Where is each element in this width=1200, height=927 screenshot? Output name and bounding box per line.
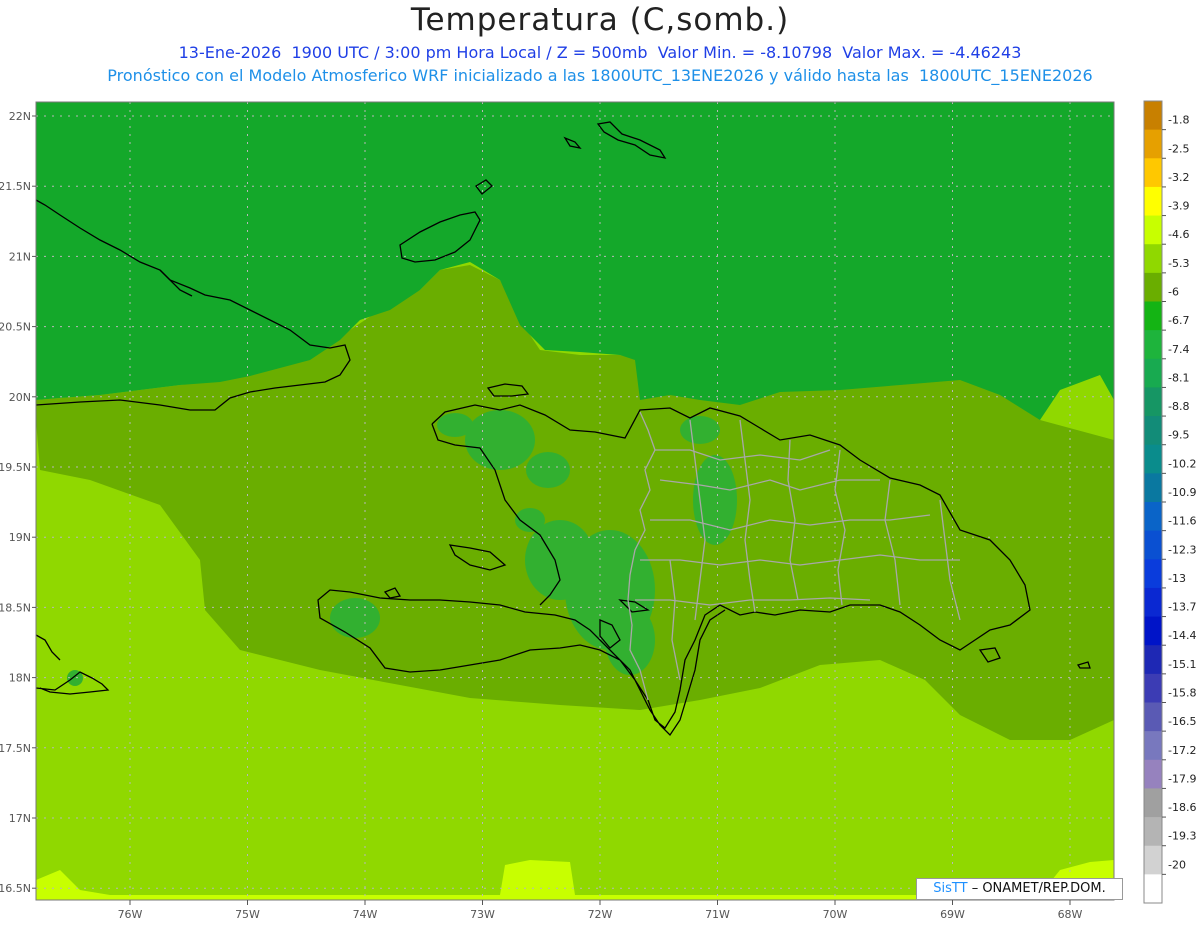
colorbar-swatch	[1144, 330, 1162, 360]
colorbar-label: -18.6	[1168, 801, 1196, 814]
colorbar-label: -14.4	[1168, 629, 1196, 642]
lat-label: 17N	[9, 812, 31, 825]
colorbar-label: -20	[1168, 858, 1186, 871]
lat-label: 22N	[9, 110, 31, 123]
lat-label: 19.5N	[0, 461, 31, 474]
map-subtitle-valid-time: 13-Ene-2026 1900 UTC / 3:00 pm Hora Loca…	[178, 43, 1022, 62]
colorbar-swatch	[1144, 788, 1162, 818]
colorbar-label: -9.5	[1168, 429, 1189, 442]
colorbar-label: -17.2	[1168, 744, 1196, 757]
lat-label: 20N	[9, 391, 31, 404]
colorbar-swatch	[1144, 272, 1162, 302]
colorbar-swatch	[1144, 845, 1162, 875]
longitude-labels: 76W 75W 74W 73W 72W 71W 70W 69W 68W	[118, 900, 1083, 921]
colorbar-swatch	[1144, 416, 1162, 446]
credit-box: SisTT – ONAMET/REP.DOM.	[916, 878, 1123, 900]
lon-label: 73W	[470, 908, 495, 921]
colorbar-label: -11.6	[1168, 515, 1196, 528]
lat-label: 16.5N	[0, 882, 31, 895]
colorbar-swatch	[1144, 731, 1162, 761]
colorbar-label: -10.2	[1168, 457, 1196, 470]
colorbar-swatch	[1144, 186, 1162, 217]
colorbar-swatch	[1144, 559, 1162, 589]
lat-label: 20.5N	[0, 321, 31, 334]
lon-label: 75W	[235, 908, 260, 921]
colorbar-label: -19.3	[1168, 830, 1196, 843]
lat-label: 19N	[9, 531, 31, 544]
colorbar-swatch	[1144, 502, 1162, 532]
latitude-labels: 22N 21.5N 21N 20.5N 20N 19.5N 19N 18.5N 18N 17.5N…	[0, 110, 36, 895]
colorbar-swatch	[1144, 530, 1162, 560]
colorbar-label: -16.5	[1168, 715, 1196, 728]
lat-label: 18N	[9, 672, 31, 685]
colorbar-label: -12.3	[1168, 543, 1196, 556]
colorbar-swatch	[1144, 616, 1162, 646]
colorbar-swatch	[1144, 215, 1162, 245]
colorbar-label: -13	[1168, 572, 1186, 585]
lon-label: 72W	[588, 908, 613, 921]
colorbar-swatch	[1144, 444, 1162, 474]
sistt-logo: SisTT	[933, 881, 968, 896]
colorbar-label: -3.9	[1168, 200, 1189, 213]
colorbar-label: -10.9	[1168, 486, 1196, 499]
colorbar-swatch	[1144, 473, 1162, 503]
lon-label: 71W	[705, 908, 730, 921]
lon-label: 76W	[118, 908, 143, 921]
colorbar-swatch	[1144, 645, 1162, 675]
colorbar-label: -15.8	[1168, 687, 1196, 700]
colorbar-swatch	[1144, 301, 1162, 331]
lon-label: 68W	[1058, 908, 1083, 921]
colorbar-swatch	[1144, 129, 1162, 159]
colorbar-label: -6.7	[1168, 314, 1189, 327]
colorbar-swatch	[1144, 244, 1162, 274]
colorbar-label: -5.3	[1168, 257, 1189, 270]
colorbar-swatch	[1144, 587, 1162, 618]
lat-label: 17.5N	[0, 742, 31, 755]
lat-label: 21.5N	[0, 180, 31, 193]
colorbar-label: -8.1	[1168, 371, 1189, 384]
colorbar-label: -3.2	[1168, 171, 1189, 184]
colorbar-label: -15.1	[1168, 658, 1196, 671]
temperature-map: 22N 21.5N 21N 20.5N 20N 19.5N 19N 18.5N 18N 17.5N…	[0, 100, 1196, 921]
colorbar-swatch	[1144, 673, 1162, 703]
map-field	[36, 102, 1114, 900]
colorbar-label: -8.8	[1168, 400, 1189, 413]
colorbar-label: -7.4	[1168, 343, 1189, 356]
colorbar-label: -4.6	[1168, 228, 1189, 241]
lon-label: 70W	[823, 908, 848, 921]
colorbar-swatch	[1144, 702, 1162, 732]
colorbar-label: -1.8	[1168, 114, 1189, 127]
colorbar-swatch	[1144, 387, 1162, 417]
colorbar: -1.8 -2.5 -3.2 -3.9 -4.6 -5.3 -6 -6.7 -7.4 -8.1 -8…	[1143, 100, 1196, 904]
map-title: Temperatura (C,somb.)	[410, 2, 790, 38]
map-subtitle-model-run: Pronóstico con el Modelo Atmosferico WRF…	[107, 66, 1093, 85]
lat-label: 18.5N	[0, 601, 31, 614]
colorbar-label: -2.5	[1168, 142, 1189, 155]
lat-label: 21N	[9, 250, 31, 263]
lon-label: 69W	[940, 908, 965, 921]
colorbar-swatch	[1144, 874, 1162, 904]
colorbar-label: -13.7	[1168, 601, 1196, 614]
colorbar-swatch	[1144, 158, 1162, 188]
lon-label: 74W	[353, 908, 378, 921]
credit-text: – ONAMET/REP.DOM.	[967, 881, 1106, 896]
colorbar-label: -6	[1168, 286, 1179, 299]
colorbar-swatch	[1144, 817, 1162, 847]
colorbar-swatch	[1144, 101, 1162, 131]
colorbar-swatch	[1144, 759, 1162, 789]
colorbar-label: -17.9	[1168, 772, 1196, 785]
colorbar-swatch	[1144, 358, 1162, 388]
